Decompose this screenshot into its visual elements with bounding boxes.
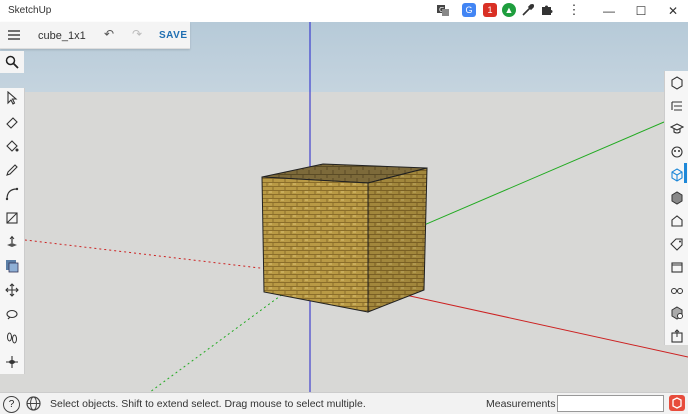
display-icon[interactable] bbox=[667, 257, 687, 277]
instructor-icon[interactable] bbox=[667, 119, 687, 139]
tags-icon[interactable] bbox=[667, 234, 687, 254]
materials-icon[interactable] bbox=[667, 142, 687, 162]
maximize-button[interactable]: ☐ bbox=[626, 0, 656, 22]
google-translate-icon[interactable]: G bbox=[462, 3, 476, 17]
eyedropper-icon[interactable] bbox=[521, 3, 535, 17]
scenes-icon[interactable] bbox=[667, 211, 687, 231]
solid-inspector-icon[interactable] bbox=[667, 303, 687, 323]
globe-icon[interactable] bbox=[26, 396, 41, 411]
status-bar: ? Select objects. Shift to extend select… bbox=[0, 392, 688, 414]
push-pull-icon[interactable] bbox=[2, 232, 22, 252]
entity-info-icon[interactable] bbox=[667, 73, 687, 93]
select-icon[interactable] bbox=[2, 88, 22, 108]
redo-button[interactable]: ↷ bbox=[132, 27, 142, 41]
brick-cube[interactable] bbox=[261, 163, 428, 313]
offset-icon[interactable] bbox=[2, 256, 22, 276]
document-name[interactable]: cube_1x1 bbox=[38, 30, 86, 42]
app-title: SketchUp bbox=[8, 5, 52, 16]
translate-icon[interactable]: G bbox=[436, 3, 450, 17]
paint-bucket-icon[interactable] bbox=[2, 136, 22, 156]
calendar-badge-icon[interactable]: 1 bbox=[483, 3, 497, 17]
puzzle-icon[interactable] bbox=[540, 3, 554, 17]
kebab-menu-icon[interactable]: ⋮ bbox=[567, 2, 581, 17]
outliner-icon[interactable] bbox=[667, 96, 687, 116]
window-titlebar: SketchUp G G 1 ▲ ⋮ — ☐ ✕ bbox=[0, 0, 688, 22]
eraser-icon[interactable] bbox=[2, 112, 22, 132]
sketchup-logo-icon[interactable] bbox=[669, 395, 685, 411]
measurements-label: Measurements bbox=[486, 398, 556, 410]
save-button[interactable]: SAVE bbox=[159, 30, 188, 41]
undo-button[interactable]: ↶ bbox=[104, 27, 114, 41]
close-button[interactable]: ✕ bbox=[658, 0, 688, 22]
active-panel-indicator bbox=[684, 163, 687, 183]
3d-scene[interactable] bbox=[0, 22, 688, 392]
left-toolbar bbox=[0, 88, 25, 374]
walk-icon[interactable] bbox=[2, 352, 22, 372]
export-icon[interactable] bbox=[667, 326, 687, 346]
hamburger-menu-icon[interactable] bbox=[6, 27, 22, 43]
right-panel-toolbar bbox=[664, 71, 688, 345]
glasses-icon[interactable] bbox=[667, 280, 687, 300]
move-icon[interactable] bbox=[2, 280, 22, 300]
search-icon bbox=[5, 55, 19, 69]
rectangle-icon[interactable] bbox=[2, 208, 22, 228]
model-viewport[interactable] bbox=[0, 22, 688, 392]
footprints-icon[interactable] bbox=[2, 328, 22, 348]
pencil-icon[interactable] bbox=[2, 160, 22, 180]
measurements-field[interactable] bbox=[557, 395, 664, 412]
orbit-icon[interactable] bbox=[2, 304, 22, 324]
search-button[interactable] bbox=[0, 51, 24, 73]
styles-icon[interactable] bbox=[667, 188, 687, 208]
document-toolbar: cube_1x1 ↶ ↷ SAVE bbox=[0, 22, 190, 49]
arc-icon[interactable] bbox=[2, 184, 22, 204]
minimize-button[interactable]: — bbox=[594, 0, 624, 22]
green-circle-icon[interactable]: ▲ bbox=[502, 3, 516, 17]
status-message: Select objects. Shift to extend select. … bbox=[50, 398, 366, 410]
help-icon[interactable]: ? bbox=[3, 396, 20, 413]
